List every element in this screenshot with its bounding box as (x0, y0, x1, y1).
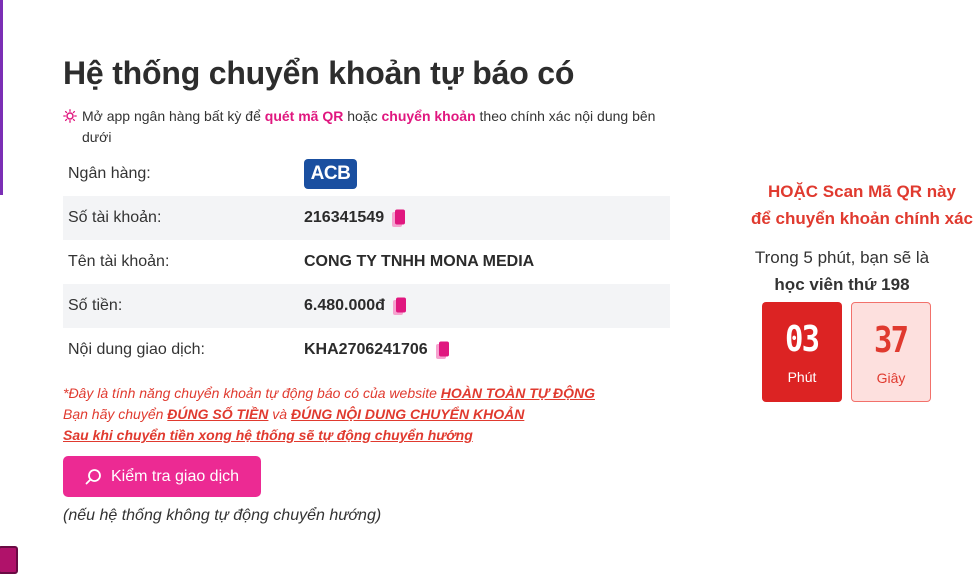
row-bank: Ngân hàng: ACB (63, 152, 670, 196)
minutes-value: 03 (785, 319, 820, 360)
note-line-1-emphasis: HOÀN TOÀN TỰ ĐỘNG (440, 385, 595, 401)
row-account-name: Tên tài khoản: CONG TY TNHH MONA MEDIA (63, 240, 670, 284)
scan-qr-line-1: HOẶC Scan Mã QR này (768, 182, 956, 201)
account-number-label: Số tài khoản: (68, 209, 162, 226)
instruction-text: Mở app ngân hàng bất kỳ để quét mã QR ho… (63, 106, 675, 148)
instruction-mid: hoặc (343, 108, 382, 124)
seconds-label: Giây (876, 370, 906, 386)
instruction: Mở app ngân hàng bất kỳ để quét mã QR ho… (63, 106, 675, 148)
note-redirect: Sau khi chuyển tiền xong hệ thống sẽ tự … (63, 427, 473, 443)
student-number: học viên thứ 198 (774, 275, 910, 294)
auto-confirm-notes: *Đây là tính năng chuyển khoản tự động b… (63, 383, 683, 446)
amount-value-group: 6.480.000đ (304, 297, 407, 316)
instruction-prefix: Mở app ngân hàng bất kỳ để (82, 108, 265, 124)
qr-panel: HOẶC Scan Mã QR này để chuyển khoản chín… (712, 178, 977, 402)
account-number-value: 216341549 (304, 209, 385, 226)
note-line-3: Sau khi chuyển tiền xong hệ thống sẽ tự … (63, 425, 683, 446)
note-exact-amount: ĐÚNG SỐ TIỀN (167, 406, 269, 422)
amount-value: 6.480.000đ (304, 297, 385, 314)
seconds-box: 37 Giây (851, 302, 931, 402)
copy-icon[interactable] (392, 297, 407, 316)
timer-message-line-1: Trong 5 phút, bạn sẽ là (754, 248, 930, 267)
acb-logo: ACB (304, 159, 357, 189)
bank-value: ACB (304, 159, 357, 189)
amount-label: Số tiền: (68, 297, 123, 314)
copy-icon[interactable] (435, 341, 450, 360)
corner-widget[interactable] (0, 546, 18, 574)
left-edge-bar (0, 0, 3, 195)
bank-label: Ngân hàng: (68, 165, 151, 182)
sun-icon (63, 109, 77, 123)
seconds-value: 37 (874, 320, 909, 361)
check-transaction-button[interactable]: Kiểm tra giao dịch (63, 456, 261, 497)
countdown-timer: 03 Phút 37 Giây (762, 302, 931, 402)
note-line-2: Bạn hãy chuyển ĐÚNG SỐ TIỀN và ĐÚNG NỘI … (63, 404, 683, 425)
note-line-2-text-a: Bạn hãy chuyển (63, 406, 168, 422)
note-exact-content: ĐÚNG NỘI DUNG CHUYỂN KHOẢN (291, 406, 525, 422)
timer-message: Trong 5 phút, bạn sẽ là học viên thứ 198 (712, 244, 972, 298)
redirect-fallback-note: (nếu hệ thống không tự động chuyển hướng… (63, 507, 382, 524)
payment-info-table: Ngân hàng: ACB Số tài khoản: 216341549 T… (63, 152, 670, 372)
scan-qr-heading: HOẶC Scan Mã QR này để chuyển khoản chín… (712, 178, 977, 232)
check-transaction-label: Kiểm tra giao dịch (110, 467, 240, 485)
account-name-label: Tên tài khoản: (68, 253, 170, 270)
row-account-number: Số tài khoản: 216341549 (63, 196, 670, 240)
minutes-label: Phút (787, 369, 817, 385)
account-number-value-group: 216341549 (304, 209, 406, 228)
account-name-value: CONG TY TNHH MONA MEDIA (304, 253, 535, 270)
note-line-2-text-b: và (268, 406, 291, 422)
row-transfer-content: Nội dung giao dịch: KHA2706241706 (63, 328, 670, 372)
row-amount: Số tiền: 6.480.000đ (63, 284, 670, 328)
note-line-1-text: *Đây là tính năng chuyển khoản tự động b… (63, 385, 441, 401)
note-line-1: *Đây là tính năng chuyển khoản tự động b… (63, 383, 683, 404)
transfer-content-value: KHA2706241706 (304, 341, 428, 358)
copy-icon[interactable] (391, 209, 406, 228)
search-icon (85, 469, 101, 485)
transfer-content-label: Nội dung giao dịch: (68, 341, 205, 358)
scan-qr-line-2: để chuyển khoản chính xác (750, 209, 973, 228)
page-title: Hệ thống chuyển khoản tự báo có (63, 55, 575, 91)
account-name-value-group: CONG TY TNHH MONA MEDIA (304, 253, 534, 271)
instruction-highlight-qr: quét mã QR (264, 108, 344, 124)
instruction-highlight-transfer: chuyển khoản (381, 108, 476, 124)
minutes-box: 03 Phút (762, 302, 842, 402)
transfer-content-value-group: KHA2706241706 (304, 341, 450, 360)
